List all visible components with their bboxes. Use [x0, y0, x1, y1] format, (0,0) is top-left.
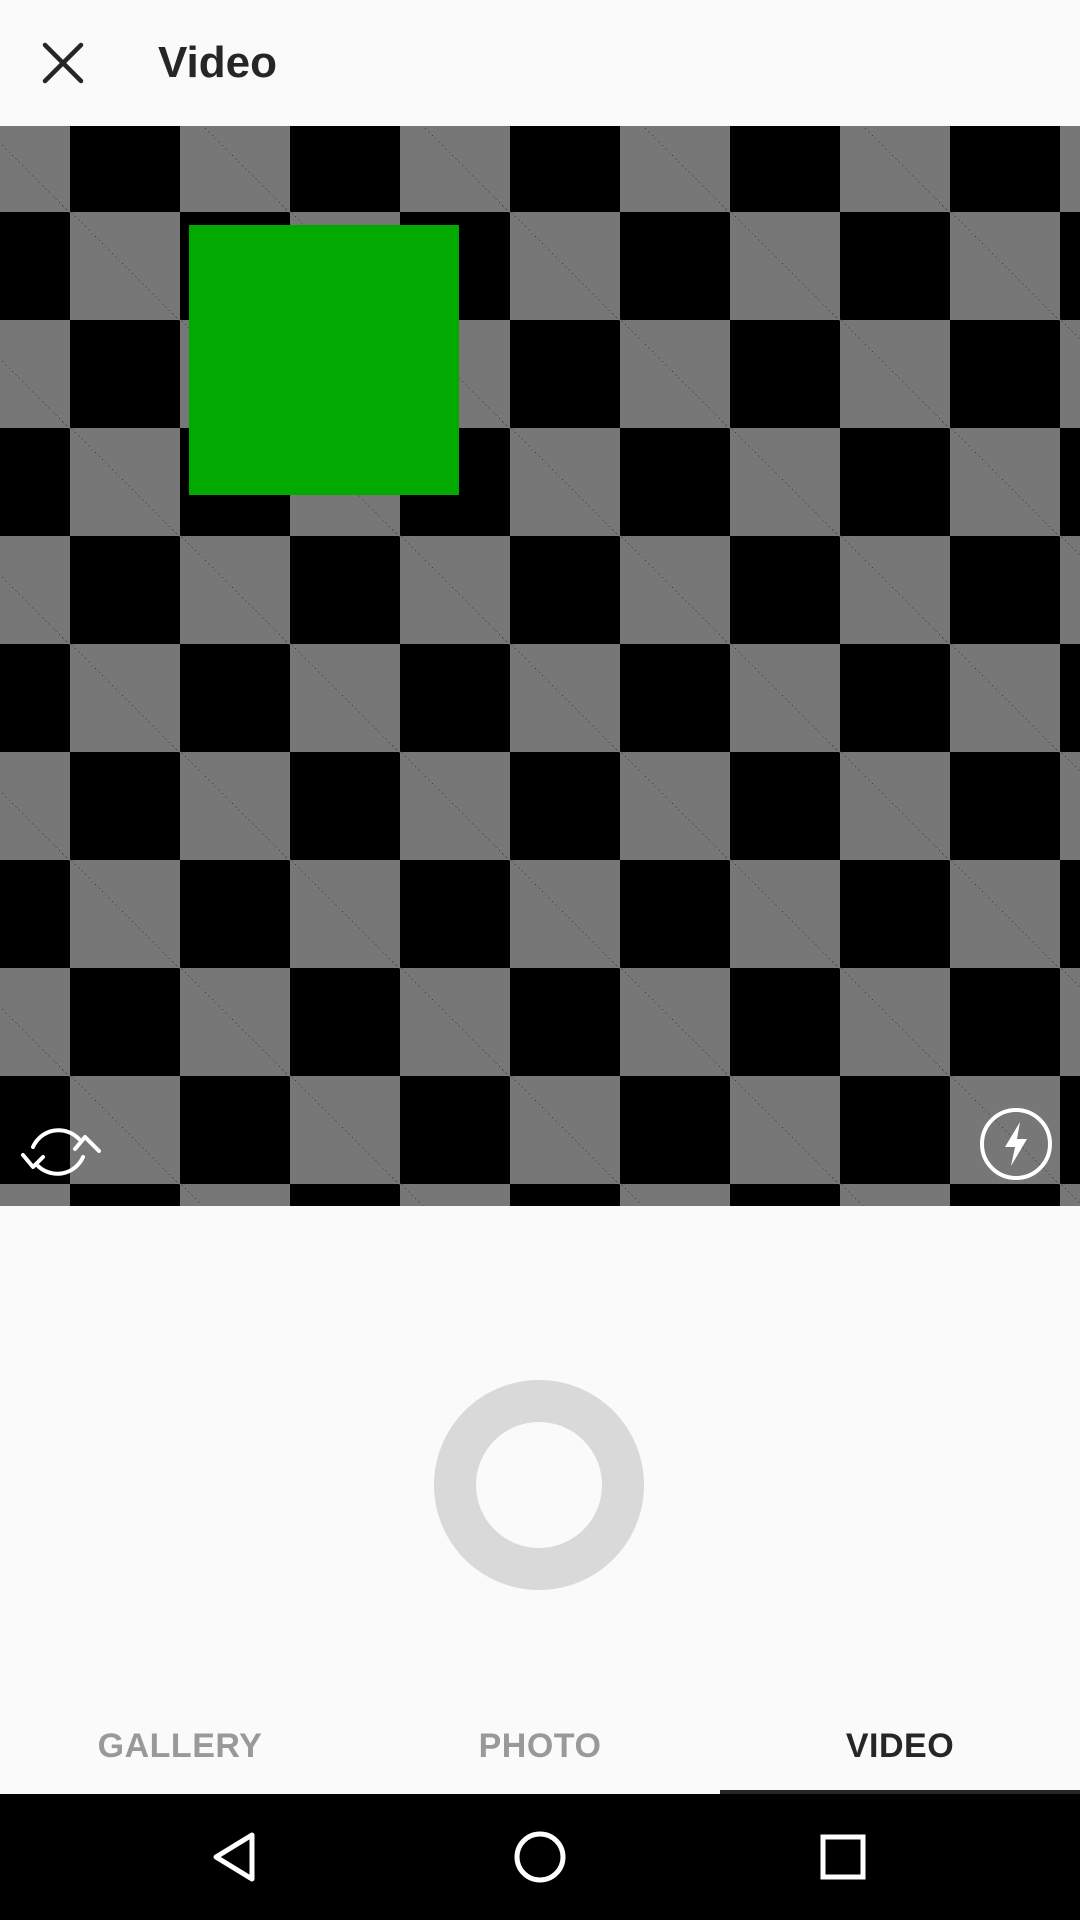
home-circle-icon — [514, 1831, 566, 1883]
back-triangle-icon — [213, 1832, 255, 1882]
close-icon — [42, 42, 84, 84]
switch-camera-button[interactable] — [16, 1106, 108, 1198]
tab-video[interactable]: VIDEO — [720, 1698, 1080, 1794]
system-nav-bar — [0, 1794, 1080, 1920]
capture-area — [0, 1206, 1080, 1714]
switch-camera-icon — [21, 1128, 101, 1176]
record-button[interactable] — [434, 1380, 644, 1590]
flash-icon — [980, 1108, 1052, 1180]
tab-photo[interactable]: PHOTO — [360, 1698, 720, 1794]
flash-button[interactable] — [976, 1104, 1056, 1184]
camera-preview[interactable] — [0, 126, 1080, 1206]
mode-tabs: GALLERY PHOTO VIDEO — [0, 1698, 1080, 1794]
recents-square-icon — [820, 1834, 866, 1880]
close-button[interactable] — [24, 24, 102, 102]
camera-screen: Video GALLERY PHOTO VIDEO — [0, 0, 1080, 1920]
back-button[interactable] — [196, 1817, 276, 1897]
top-app-bar: Video — [0, 0, 1080, 127]
green-square-object — [189, 225, 459, 495]
record-ring-icon — [434, 1380, 644, 1590]
checkerboard-background — [0, 126, 1080, 1206]
home-button[interactable] — [500, 1817, 580, 1897]
page-title: Video — [158, 38, 278, 87]
recents-button[interactable] — [803, 1817, 883, 1897]
tab-gallery[interactable]: GALLERY — [0, 1698, 360, 1794]
